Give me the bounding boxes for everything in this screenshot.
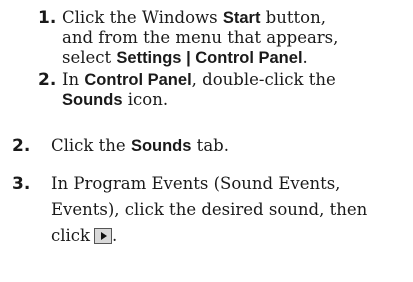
sounds-icon-label: Sounds: [62, 91, 123, 109]
control-panel-label: Control Panel: [84, 71, 192, 89]
step-number: 3.: [12, 174, 31, 194]
text-segment: .: [112, 226, 118, 245]
start-button-label: Start: [222, 9, 261, 27]
substep-2: 2. In Control Panel, double-click the So…: [38, 70, 398, 110]
substep-line: In Control Panel, double-click the: [62, 70, 398, 90]
text-segment: icon.: [122, 90, 169, 109]
substep-number: 2.: [38, 70, 57, 90]
text-segment: In Program Events (Sound Events,: [51, 174, 341, 193]
step-text: Click the Sounds tab.: [51, 133, 407, 159]
text-segment: click: [51, 226, 91, 245]
substep-text: Click the Windows Start button, and from…: [62, 8, 398, 68]
text-segment: .: [302, 48, 308, 67]
text-segment: Events), click the desired sound, then: [51, 200, 368, 219]
substep-line: select Settings | Control Panel.: [62, 48, 398, 68]
text-segment: , double-click the: [191, 70, 336, 89]
substep-text: In Control Panel, double-click the Sound…: [62, 70, 398, 110]
substep-line: and from the menu that appears,: [62, 28, 398, 48]
sounds-tab-label: Sounds: [130, 137, 192, 155]
text-segment: select: [62, 48, 117, 67]
substep-1: 1. Click the Windows Start button, and f…: [38, 8, 398, 68]
text-segment: button,: [260, 8, 326, 27]
step-line: click.: [51, 223, 412, 249]
text-segment: Click the Windows: [62, 8, 223, 27]
settings-control-panel-label: Settings | Control Panel: [116, 49, 303, 67]
text-segment: Click the: [51, 136, 131, 155]
step-line: Events), click the desired sound, then: [51, 197, 412, 223]
substep-number: 1.: [38, 8, 57, 28]
text-segment: In: [62, 70, 85, 89]
step-2: 2. Click the Sounds tab.: [12, 133, 407, 159]
text-segment: tab.: [191, 136, 229, 155]
step-3: 3. In Program Events (Sound Events, Even…: [12, 171, 412, 249]
play-button-icon: [94, 228, 113, 244]
step-line: In Program Events (Sound Events,: [51, 171, 412, 197]
substep-line: Sounds icon.: [62, 90, 398, 110]
substep-line: Click the Windows Start button,: [62, 8, 398, 28]
text-segment: and from the menu that appears,: [62, 28, 339, 47]
instruction-page: 1. Click the Windows Start button, and f…: [0, 0, 413, 282]
step-number: 2.: [12, 136, 31, 156]
step-text: In Program Events (Sound Events, Events)…: [51, 171, 412, 249]
